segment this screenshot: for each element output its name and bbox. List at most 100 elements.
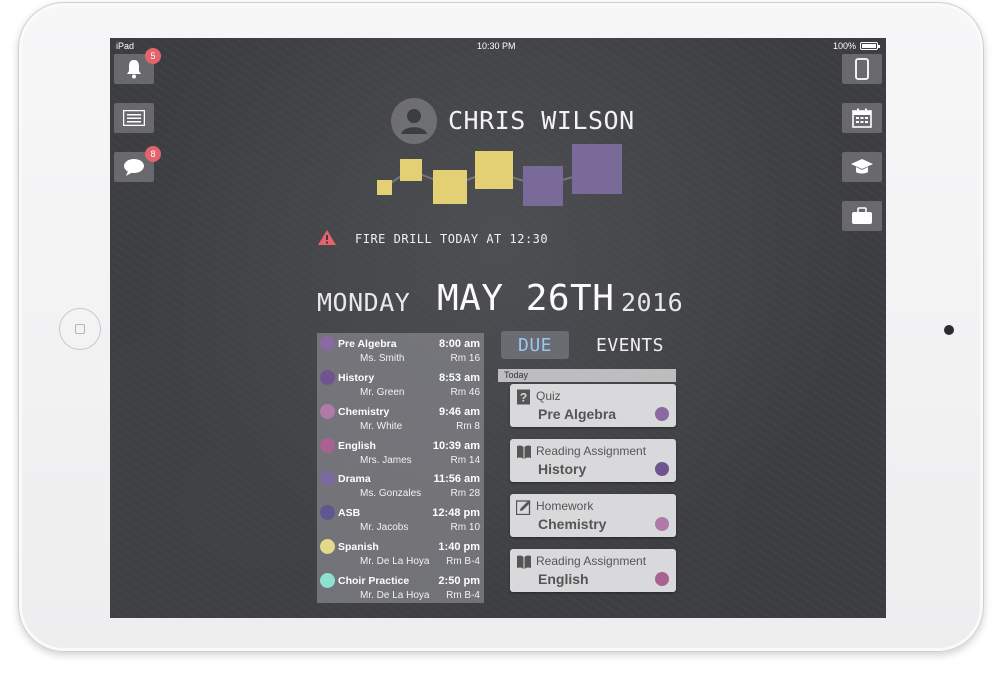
messages-badge: 8 <box>145 146 161 162</box>
class-color-dot <box>320 438 335 453</box>
class-subject: History <box>338 372 375 384</box>
calendar-button[interactable] <box>842 103 882 133</box>
schedule-row[interactable]: English 10:39 am Mrs. James Rm 14 <box>317 435 484 469</box>
graduation-cap-icon <box>851 159 873 174</box>
class-room: Rm 46 <box>450 387 480 398</box>
due-item-subject: English <box>538 571 589 587</box>
class-subject: Spanish <box>338 541 379 553</box>
class-teacher: Mr. Jacobs <box>360 522 409 533</box>
question-icon: ? <box>517 389 530 405</box>
briefcase-button[interactable] <box>842 201 882 231</box>
date-day: MONDAY <box>317 288 411 317</box>
progress-square-5 <box>523 166 563 206</box>
messages-button[interactable]: 8 <box>114 146 161 182</box>
list-icon <box>123 110 145 126</box>
due-item-card[interactable]: Reading Assignment History <box>510 439 676 482</box>
class-color-dot <box>320 539 335 554</box>
home-button[interactable] <box>59 308 101 350</box>
device-label: iPad <box>116 41 135 51</box>
class-subject: Pre Algebra <box>338 338 397 350</box>
due-item-color-dot <box>655 517 669 531</box>
class-color-dot <box>320 471 335 486</box>
schedule-row[interactable]: Chemistry 9:46 am Mr. White Rm 8 <box>317 401 484 435</box>
class-teacher: Ms. Smith <box>360 353 405 364</box>
class-subject: Chemistry <box>338 406 390 418</box>
phone-icon <box>855 58 869 80</box>
due-item-type: Reading Assignment <box>536 554 647 568</box>
class-schedule: Pre Algebra 8:00 am Ms. Smith Rm 16 Hist… <box>317 333 484 603</box>
battery-percent: 100% <box>832 41 856 51</box>
device-button[interactable] <box>842 54 882 84</box>
class-time: 8:53 am <box>439 372 480 384</box>
schedule-row[interactable]: ASB 12:48 pm Mr. Jacobs Rm 10 <box>317 502 484 536</box>
class-time: 2:50 pm <box>438 575 480 587</box>
due-item-card[interactable]: ? Quiz Pre Algebra <box>510 384 676 427</box>
alert-message: FIRE DRILL TODAY AT 12:30 <box>355 232 549 246</box>
class-time: 8:00 am <box>439 338 480 350</box>
tab-events[interactable]: EVENTS <box>590 331 670 359</box>
progress-graphic <box>377 144 622 206</box>
schedule-row[interactable]: Choir Practice 2:50 pm Mr. De La Hoya Rm… <box>317 570 484 604</box>
clock: 10:30 PM <box>477 41 516 51</box>
date-year: 2016 <box>621 288 684 317</box>
schedule-row[interactable]: Pre Algebra 8:00 am Ms. Smith Rm 16 <box>317 333 484 367</box>
briefcase-icon <box>852 207 872 224</box>
due-item-subject: History <box>538 461 587 477</box>
due-item-type: Quiz <box>536 389 561 403</box>
class-time: 1:40 pm <box>438 541 480 553</box>
schedule-row[interactable]: History 8:53 am Mr. Green Rm 46 <box>317 367 484 401</box>
class-teacher: Mr. Green <box>360 387 405 398</box>
class-color-dot <box>320 370 335 385</box>
class-teacher: Mrs. James <box>360 455 412 466</box>
notifications-button[interactable]: 5 <box>114 48 161 84</box>
due-item-card[interactable]: Reading Assignment English <box>510 549 676 592</box>
class-time: 12:48 pm <box>432 507 480 519</box>
class-room: Rm 14 <box>450 455 480 466</box>
tab-due[interactable]: DUE <box>501 331 569 359</box>
progress-square-1 <box>377 180 392 195</box>
class-color-dot <box>320 404 335 419</box>
grades-button[interactable] <box>842 152 882 182</box>
class-room: Rm 8 <box>456 421 480 432</box>
due-item-type: Reading Assignment <box>536 444 647 458</box>
schedule-row[interactable]: Drama 11:56 am Ms. Gonzales Rm 28 <box>317 468 484 502</box>
book-icon <box>517 555 531 569</box>
class-time: 11:56 am <box>433 473 480 485</box>
front-camera <box>944 325 954 335</box>
warning-icon <box>318 230 336 245</box>
due-item-subject: Chemistry <box>538 516 607 532</box>
pencil-icon <box>516 500 531 515</box>
date-main: MAY 26TH <box>437 278 615 319</box>
list-button[interactable] <box>114 103 154 133</box>
class-subject: English <box>338 440 376 452</box>
class-room: Rm 28 <box>450 488 480 499</box>
class-teacher: Mr. De La Hoya <box>360 590 430 601</box>
class-color-dot <box>320 505 335 520</box>
notifications-badge: 5 <box>145 48 161 64</box>
progress-square-3 <box>433 170 467 204</box>
book-icon <box>517 445 531 459</box>
class-subject: ASB <box>338 507 361 519</box>
calendar-icon <box>852 108 872 128</box>
due-item-subject: Pre Algebra <box>538 406 617 422</box>
svg-text:?: ? <box>520 391 527 405</box>
progress-square-6 <box>572 144 622 194</box>
class-time: 9:46 am <box>439 406 480 418</box>
class-room: Rm B-4 <box>446 590 480 601</box>
status-bar: iPad 10:30 PM 100% <box>110 38 886 54</box>
schedule-row[interactable]: Spanish 1:40 pm Mr. De La Hoya Rm B-4 <box>317 536 484 570</box>
progress-square-2 <box>400 159 422 181</box>
class-color-dot <box>320 336 335 351</box>
class-teacher: Mr. De La Hoya <box>360 556 430 567</box>
class-teacher: Mr. White <box>360 421 403 432</box>
due-item-type: Homework <box>536 499 594 513</box>
due-item-color-dot <box>655 407 669 421</box>
due-item-card[interactable]: Homework Chemistry <box>510 494 676 537</box>
class-subject: Drama <box>338 473 371 485</box>
due-item-color-dot <box>655 572 669 586</box>
class-teacher: Ms. Gonzales <box>360 488 422 499</box>
class-room: Rm 16 <box>450 353 480 364</box>
battery-icon <box>860 42 880 50</box>
class-room: Rm B-4 <box>446 556 480 567</box>
class-time: 10:39 am <box>432 440 480 452</box>
